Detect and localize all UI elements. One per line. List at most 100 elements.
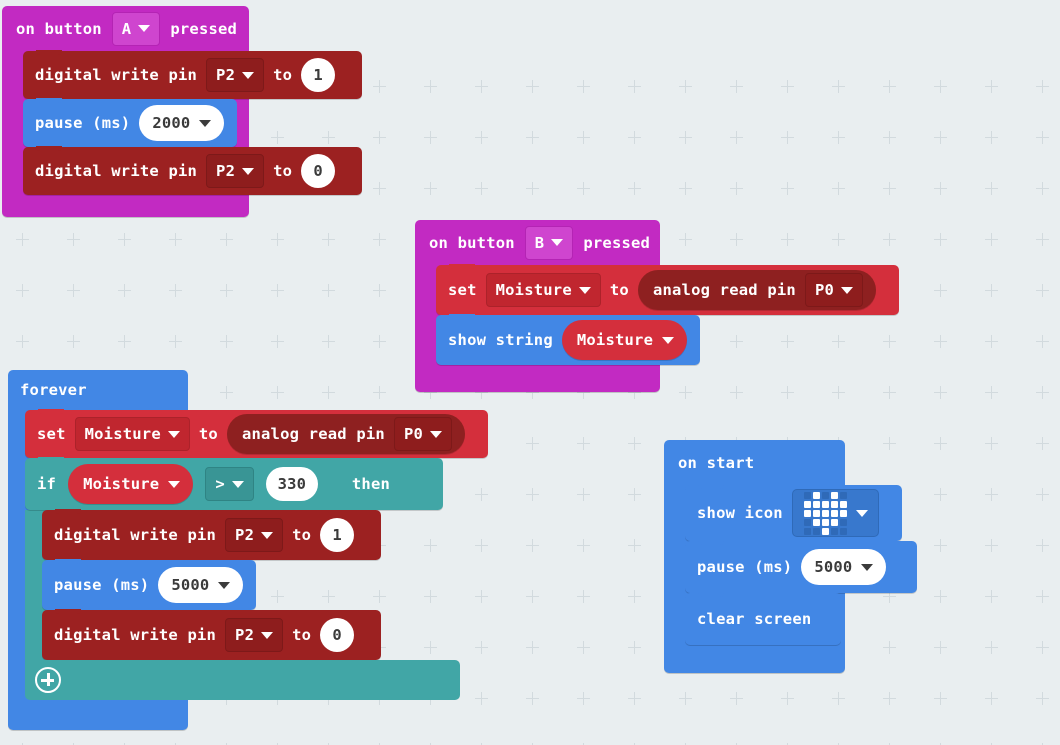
chevron-down-icon — [218, 581, 231, 589]
block-if-then[interactable]: if Moisture > 330 then digital write pin… — [25, 457, 460, 700]
button-select-a[interactable]: A — [111, 11, 161, 46]
pin-select[interactable]: P2 — [206, 58, 265, 92]
variable-select-value: Moisture — [84, 425, 161, 443]
block-pause-ms[interactable]: pause (ms) 5000 — [685, 540, 917, 593]
pause-duration-value: 2000 — [152, 114, 191, 132]
pause-duration-select[interactable]: 5000 — [801, 549, 887, 585]
chevron-down-icon — [199, 119, 212, 127]
digital-write-pin-label: digital write pin — [54, 526, 217, 544]
analog-pin-select[interactable]: P0 — [393, 417, 453, 451]
pause-label: pause (ms) — [697, 558, 793, 576]
led-on — [812, 518, 820, 526]
variable-select-value: Moisture — [495, 281, 572, 299]
chevron-down-icon — [662, 336, 675, 344]
chevron-down-icon — [138, 25, 151, 32]
button-select-b[interactable]: B — [524, 225, 574, 260]
led-off — [839, 491, 847, 499]
led-on — [830, 491, 838, 499]
show-icon-label: show icon — [697, 504, 783, 522]
threshold-input[interactable]: 330 — [265, 467, 318, 501]
if-then-header[interactable]: if Moisture > 330 then — [25, 457, 443, 510]
on-start-body: show icon pause (ms) 5000 clear screen — [664, 484, 917, 645]
chevron-down-icon — [168, 480, 181, 488]
block-analog-read-pin[interactable]: analog read pin P0 — [226, 414, 466, 454]
pin-select[interactable]: P2 — [206, 154, 265, 188]
pin-select[interactable]: P2 — [225, 618, 284, 652]
chevron-down-icon — [261, 531, 274, 539]
on-button-b-body: set Moisture to analog read pin P0 show … — [415, 264, 899, 365]
pin-select-value: P2 — [216, 66, 236, 84]
pressed-label: pressed — [583, 233, 651, 252]
chevron-down-icon — [841, 286, 854, 294]
if-then-footer — [25, 660, 460, 700]
block-digital-write-pin[interactable]: digital write pin P2 to 1 — [23, 50, 362, 99]
analog-pin-select[interactable]: P0 — [804, 273, 864, 307]
block-digital-write-pin[interactable]: digital write pin P2 to 0 — [23, 146, 362, 195]
led-on — [839, 500, 847, 508]
led-on — [821, 527, 829, 535]
block-set-variable[interactable]: set Moisture to analog read pin P0 — [25, 409, 488, 458]
comparison-operator-select[interactable]: > — [205, 467, 254, 501]
block-variable-reporter[interactable]: Moisture — [68, 464, 194, 504]
variable-select[interactable]: Moisture — [74, 417, 190, 451]
value-input[interactable]: 0 — [301, 154, 336, 188]
led-on — [803, 500, 811, 508]
pin-select-value: P2 — [235, 626, 255, 644]
heart-icon — [803, 491, 847, 535]
led-off — [839, 518, 847, 526]
chevron-down-icon — [231, 480, 244, 488]
block-digital-write-pin[interactable]: digital write pin P2 to 0 — [42, 609, 381, 660]
block-on-button-b-pressed[interactable]: on button B pressed set Moisture to anal… — [415, 220, 899, 392]
block-analog-read-pin[interactable]: analog read pin P0 — [637, 270, 877, 310]
block-on-button-a-pressed[interactable]: on button A pressed digital write pin P2… — [2, 6, 362, 217]
led-matrix-select[interactable] — [791, 489, 879, 537]
on-button-a-header[interactable]: on button A pressed — [2, 6, 249, 51]
to-label: to — [292, 526, 312, 544]
if-label: if — [37, 475, 57, 493]
led-on — [821, 500, 829, 508]
on-start-header[interactable]: on start — [664, 440, 845, 485]
led-off — [839, 527, 847, 535]
forever-body: set Moisture to analog read pin P0 if Mo… — [8, 409, 488, 700]
set-label: set — [37, 425, 66, 443]
on-button-b-header[interactable]: on button B pressed — [415, 220, 660, 265]
led-on — [839, 509, 847, 517]
block-digital-write-pin[interactable]: digital write pin P2 to 1 — [42, 509, 381, 560]
value-input[interactable]: 1 — [320, 518, 355, 552]
pause-duration-select[interactable]: 5000 — [158, 567, 244, 603]
block-forever[interactable]: forever set Moisture to analog read pin … — [8, 370, 488, 730]
analog-pin-select-value: P0 — [814, 281, 835, 299]
analog-read-pin-label: analog read pin — [652, 281, 796, 299]
then-label: then — [351, 475, 391, 493]
block-pause-ms[interactable]: pause (ms) 5000 — [42, 559, 256, 610]
led-on — [821, 509, 829, 517]
led-on — [830, 500, 838, 508]
value-input[interactable]: 0 — [320, 618, 355, 652]
pause-duration-select[interactable]: 2000 — [139, 105, 225, 141]
led-on — [803, 509, 811, 517]
block-show-icon[interactable]: show icon — [685, 484, 902, 541]
variable-select[interactable]: Moisture — [485, 273, 601, 307]
plus-circle-icon[interactable] — [35, 667, 61, 693]
block-variable-reporter[interactable]: Moisture — [561, 320, 688, 360]
forever-header[interactable]: forever — [8, 370, 188, 410]
digital-write-pin-label: digital write pin — [35, 66, 198, 84]
show-string-label: show string — [448, 331, 553, 349]
pin-select[interactable]: P2 — [225, 518, 284, 552]
to-label: to — [198, 425, 218, 443]
block-on-start[interactable]: on start show icon pause (ms) 5000 clear… — [664, 440, 917, 673]
digital-write-pin-label: digital write pin — [35, 162, 198, 180]
block-pause-ms[interactable]: pause (ms) 2000 — [23, 98, 237, 147]
if-then-body: digital write pin P2 to 1 pause (ms) 500… — [25, 509, 381, 660]
pause-label: pause (ms) — [35, 114, 131, 132]
on-button-label: on button — [16, 19, 102, 38]
button-select-a-value: A — [121, 19, 132, 38]
block-clear-screen[interactable]: clear screen — [685, 592, 841, 645]
value-input[interactable]: 1 — [301, 58, 336, 92]
variable-reporter-value: Moisture — [83, 475, 160, 493]
chevron-down-icon — [242, 167, 255, 175]
block-show-string[interactable]: show string Moisture — [436, 314, 700, 365]
analog-pin-select-value: P0 — [403, 425, 424, 443]
chevron-down-icon — [578, 286, 591, 294]
block-set-variable[interactable]: set Moisture to analog read pin P0 — [436, 264, 899, 315]
